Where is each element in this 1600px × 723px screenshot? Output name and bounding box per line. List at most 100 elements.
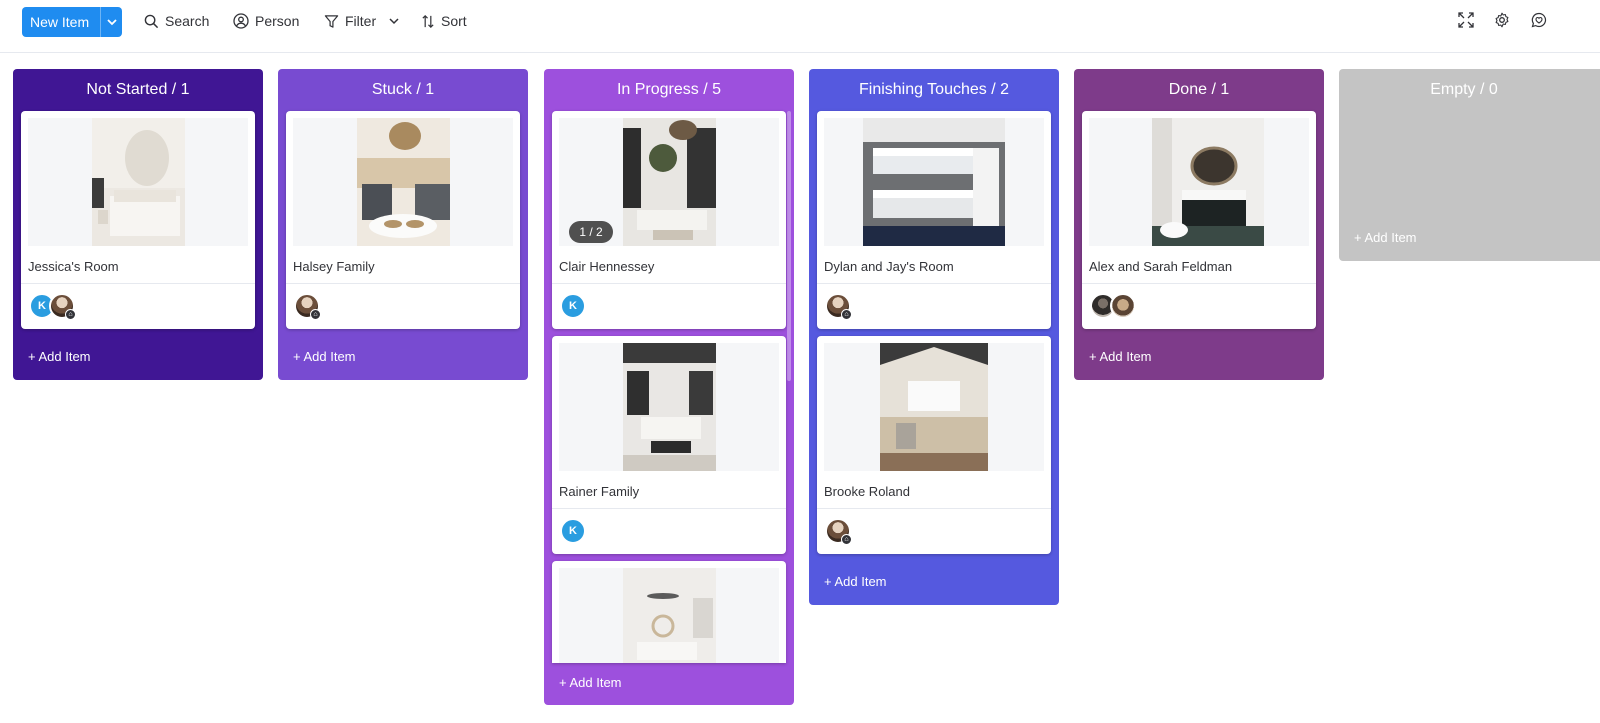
- people-column[interactable]: ⌂: [825, 293, 852, 320]
- card-jessicas-room[interactable]: Jessica's Room K ⌂: [21, 111, 255, 329]
- column-finishing-touches: Finishing Touches / 2 Dylan and Jay's Ro…: [809, 69, 1059, 605]
- person-icon: [233, 13, 249, 29]
- chevron-down-icon: [106, 18, 117, 25]
- card-clair-hennessey[interactable]: 1 / 2 Clair Hennessey K: [552, 111, 786, 329]
- column-title: Not Started / 1: [86, 81, 190, 98]
- people-column[interactable]: K: [560, 293, 586, 319]
- people-column[interactable]: ⌂: [825, 518, 852, 545]
- card-divider: [286, 283, 520, 284]
- column-stuck: Stuck / 1 Halsey Family ⌂ + Add Item: [278, 69, 528, 380]
- card-dylan-and-jays-room[interactable]: Dylan and Jay's Room ⌂: [817, 111, 1051, 329]
- card-image[interactable]: [559, 568, 779, 663]
- card-title[interactable]: Halsey Family: [293, 259, 375, 274]
- card-image[interactable]: [824, 343, 1044, 471]
- home-badge-icon: ⌂: [841, 534, 852, 545]
- new-item-button[interactable]: New Item: [22, 7, 122, 37]
- bedroom-photo: [92, 118, 185, 246]
- column-title: Stuck / 1: [371, 81, 435, 98]
- column-empty: Empty / 0 + Add Item: [1339, 69, 1600, 261]
- filter-label: Filter: [345, 13, 377, 29]
- settings-button[interactable]: [1493, 11, 1511, 29]
- people-column[interactable]: K ⌂: [29, 293, 76, 320]
- card-rainer-family[interactable]: Rainer Family K: [552, 336, 786, 554]
- bathroom-photo: [1152, 118, 1264, 246]
- avatar-k[interactable]: K: [560, 518, 586, 544]
- person-filter-button[interactable]: Person: [233, 10, 299, 32]
- home-badge-icon: ⌂: [841, 309, 852, 320]
- card-image[interactable]: [293, 118, 513, 246]
- gear-icon: [1495, 12, 1509, 28]
- living-room-photo: [623, 568, 716, 663]
- new-item-label: New Item: [30, 14, 90, 30]
- card-image[interactable]: [1089, 118, 1309, 246]
- card-divider: [817, 283, 1051, 284]
- bunk-bed-photo: [863, 118, 1005, 246]
- filter-icon: [324, 14, 339, 28]
- living-room-photo: [623, 343, 716, 471]
- avatar-photo[interactable]: ⌂: [49, 293, 76, 320]
- avatar-photo[interactable]: [1110, 293, 1136, 319]
- people-column[interactable]: K: [560, 518, 586, 544]
- sort-label: Sort: [441, 13, 467, 29]
- new-item-dropdown-button[interactable]: [100, 7, 122, 37]
- column-title: Done / 1: [1168, 81, 1230, 98]
- living-room-photo: [623, 118, 716, 246]
- card-divider: [817, 508, 1051, 509]
- card-partial[interactable]: [552, 561, 786, 663]
- avatar-k[interactable]: K: [560, 293, 586, 319]
- home-badge-icon: ⌂: [310, 309, 321, 320]
- card-title[interactable]: Jessica's Room: [28, 259, 119, 274]
- avatar-photo[interactable]: ⌂: [294, 293, 321, 320]
- home-badge-icon: ⌂: [65, 309, 76, 320]
- add-item-button[interactable]: + Add Item: [824, 574, 887, 589]
- card-image[interactable]: [28, 118, 248, 246]
- add-item-button[interactable]: + Add Item: [293, 349, 356, 364]
- toolbar: New Item Search Person Filter Sort: [0, 0, 1600, 53]
- card-title[interactable]: Alex and Sarah Feldman: [1089, 259, 1232, 274]
- filter-button[interactable]: Filter: [324, 10, 376, 32]
- column-title: In Progress / 5: [616, 81, 722, 98]
- card-title[interactable]: Rainer Family: [559, 484, 639, 499]
- kitchen-photo: [357, 118, 450, 246]
- sort-button[interactable]: Sort: [421, 10, 467, 32]
- column-not-started: Not Started / 1 Jessica's Room K ⌂ + Add…: [13, 69, 263, 380]
- card-divider: [21, 283, 255, 284]
- card-divider: [1082, 283, 1316, 284]
- chevron-down-icon: [389, 17, 399, 24]
- search-label: Search: [165, 13, 210, 29]
- people-column[interactable]: [1090, 293, 1136, 319]
- card-image[interactable]: 1 / 2: [559, 118, 779, 246]
- card-title[interactable]: Dylan and Jay's Room: [824, 259, 954, 274]
- avatar-photo[interactable]: ⌂: [825, 518, 852, 545]
- add-item-button[interactable]: + Add Item: [559, 675, 622, 690]
- column-in-progress: In Progress / 5 1 / 2 Clair Hennessey K: [544, 69, 794, 705]
- card-divider: [552, 283, 786, 284]
- feedback-button[interactable]: [1530, 11, 1548, 29]
- add-item-button[interactable]: + Add Item: [1354, 230, 1417, 245]
- add-item-button[interactable]: + Add Item: [28, 349, 91, 364]
- column-title: Empty / 0: [1430, 81, 1498, 98]
- kitchen-photo: [880, 343, 988, 471]
- column-title: Finishing Touches / 2: [858, 81, 1009, 98]
- card-alex-and-sarah-feldman[interactable]: Alex and Sarah Feldman: [1082, 111, 1316, 329]
- card-brooke-roland[interactable]: Brooke Roland ⌂: [817, 336, 1051, 554]
- card-title[interactable]: Clair Hennessey: [559, 259, 654, 274]
- fullscreen-icon: [1458, 12, 1474, 28]
- column-scrollbar[interactable]: [787, 111, 791, 381]
- people-column[interactable]: ⌂: [294, 293, 321, 320]
- search-button[interactable]: Search: [144, 10, 209, 32]
- filter-dropdown-button[interactable]: [389, 10, 405, 32]
- card-image[interactable]: [559, 343, 779, 471]
- card-image[interactable]: [824, 118, 1044, 246]
- card-halsey-family[interactable]: Halsey Family ⌂: [286, 111, 520, 329]
- card-divider: [552, 508, 786, 509]
- sort-icon: [422, 14, 434, 28]
- avatar-photo[interactable]: ⌂: [825, 293, 852, 320]
- image-counter-badge[interactable]: 1 / 2: [569, 221, 613, 243]
- chat-heart-icon: [1531, 12, 1547, 28]
- add-item-button[interactable]: + Add Item: [1089, 349, 1152, 364]
- search-icon: [144, 14, 159, 28]
- person-label: Person: [255, 13, 300, 29]
- fullscreen-button[interactable]: [1457, 11, 1475, 29]
- card-title[interactable]: Brooke Roland: [824, 484, 910, 499]
